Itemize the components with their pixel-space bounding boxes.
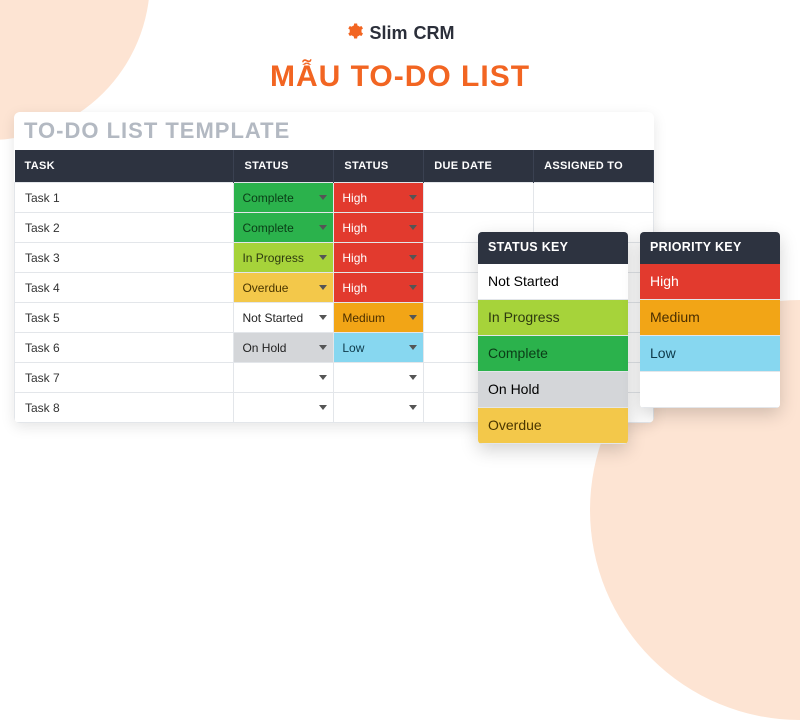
- chevron-down-icon: [409, 405, 417, 410]
- status-cell[interactable]: [234, 363, 334, 393]
- status-dropdown[interactable]: Overdue: [234, 273, 333, 302]
- priority-dropdown[interactable]: High: [334, 273, 423, 302]
- priority-cell[interactable]: Low: [334, 333, 424, 363]
- priority-key-item: [640, 372, 780, 408]
- status-value: Not Started: [242, 311, 303, 325]
- brand-logo: Slim CRM: [345, 22, 454, 45]
- chevron-down-icon: [409, 195, 417, 200]
- priority-cell[interactable]: High: [334, 213, 424, 243]
- task-cell[interactable]: Task 8: [15, 393, 234, 423]
- priority-cell[interactable]: High: [334, 183, 424, 213]
- task-cell[interactable]: Task 7: [15, 363, 234, 393]
- priority-value: High: [342, 281, 367, 295]
- status-value: In Progress: [242, 251, 303, 265]
- status-value: Complete: [242, 221, 293, 235]
- status-key-item: On Hold: [478, 372, 628, 408]
- status-dropdown[interactable]: Complete: [234, 183, 333, 212]
- status-dropdown[interactable]: [234, 393, 333, 422]
- priority-dropdown[interactable]: High: [334, 243, 423, 272]
- priority-value: Medium: [342, 311, 385, 325]
- status-key-title: STATUS KEY: [478, 232, 628, 264]
- status-cell[interactable]: On Hold: [234, 333, 334, 363]
- status-value: Complete: [242, 191, 293, 205]
- task-cell[interactable]: Task 2: [15, 213, 234, 243]
- status-cell[interactable]: Complete: [234, 183, 334, 213]
- priority-key-card: PRIORITY KEY HighMediumLow: [640, 232, 780, 408]
- status-key-item: Complete: [478, 336, 628, 372]
- status-dropdown[interactable]: Complete: [234, 213, 333, 242]
- status-key-item: Not Started: [478, 264, 628, 300]
- priority-value: High: [342, 221, 367, 235]
- status-cell[interactable]: [234, 393, 334, 423]
- chevron-down-icon: [319, 255, 327, 260]
- table-row: Task 1 Complete High: [15, 183, 654, 213]
- status-dropdown[interactable]: Not Started: [234, 303, 333, 332]
- priority-cell[interactable]: High: [334, 243, 424, 273]
- task-cell[interactable]: Task 3: [15, 243, 234, 273]
- status-dropdown[interactable]: In Progress: [234, 243, 333, 272]
- status-key-card: STATUS KEY Not StartedIn ProgressComplet…: [478, 232, 628, 444]
- priority-cell[interactable]: [334, 393, 424, 423]
- status-dropdown[interactable]: On Hold: [234, 333, 333, 362]
- priority-dropdown[interactable]: Low: [334, 333, 423, 362]
- priority-key-item: Medium: [640, 300, 780, 336]
- brand-name: Slim: [369, 23, 407, 44]
- priority-key-item: High: [640, 264, 780, 300]
- col-header-task: TASK: [15, 150, 234, 183]
- col-header-assigned: ASSIGNED TO: [534, 150, 654, 183]
- priority-cell[interactable]: Medium: [334, 303, 424, 333]
- status-cell[interactable]: Complete: [234, 213, 334, 243]
- sheet-title: TO-DO LIST TEMPLATE: [14, 112, 654, 150]
- chevron-down-icon: [319, 345, 327, 350]
- task-cell[interactable]: Task 5: [15, 303, 234, 333]
- chevron-down-icon: [319, 405, 327, 410]
- priority-dropdown[interactable]: [334, 393, 423, 422]
- gear-icon: [345, 22, 363, 45]
- chevron-down-icon: [319, 285, 327, 290]
- priority-dropdown[interactable]: [334, 363, 423, 392]
- priority-dropdown[interactable]: High: [334, 213, 423, 242]
- chevron-down-icon: [409, 255, 417, 260]
- status-key-item: In Progress: [478, 300, 628, 336]
- priority-cell[interactable]: High: [334, 273, 424, 303]
- priority-key-title: PRIORITY KEY: [640, 232, 780, 264]
- status-key-item: Overdue: [478, 408, 628, 444]
- status-dropdown[interactable]: [234, 363, 333, 392]
- status-cell[interactable]: Not Started: [234, 303, 334, 333]
- task-cell[interactable]: Task 1: [15, 183, 234, 213]
- status-cell[interactable]: In Progress: [234, 243, 334, 273]
- chevron-down-icon: [409, 315, 417, 320]
- chevron-down-icon: [409, 375, 417, 380]
- chevron-down-icon: [319, 225, 327, 230]
- status-value: On Hold: [242, 341, 286, 355]
- task-cell[interactable]: Task 4: [15, 273, 234, 303]
- col-header-priority: STATUS: [334, 150, 424, 183]
- priority-value: High: [342, 251, 367, 265]
- priority-cell[interactable]: [334, 363, 424, 393]
- chevron-down-icon: [319, 315, 327, 320]
- brand-suffix: CRM: [414, 23, 455, 44]
- chevron-down-icon: [319, 375, 327, 380]
- priority-dropdown[interactable]: High: [334, 183, 423, 212]
- status-cell[interactable]: Overdue: [234, 273, 334, 303]
- due-cell[interactable]: [424, 183, 534, 213]
- page-title: MẪU TO-DO LIST: [270, 60, 530, 94]
- priority-value: Low: [342, 341, 364, 355]
- chevron-down-icon: [319, 195, 327, 200]
- priority-key-item: Low: [640, 336, 780, 372]
- col-header-due: DUE DATE: [424, 150, 534, 183]
- status-value: Overdue: [242, 281, 288, 295]
- chevron-down-icon: [409, 225, 417, 230]
- col-header-status: STATUS: [234, 150, 334, 183]
- table-header-row: TASK STATUS STATUS DUE DATE ASSIGNED TO: [15, 150, 654, 183]
- chevron-down-icon: [409, 345, 417, 350]
- chevron-down-icon: [409, 285, 417, 290]
- task-cell[interactable]: Task 6: [15, 333, 234, 363]
- priority-value: High: [342, 191, 367, 205]
- priority-dropdown[interactable]: Medium: [334, 303, 423, 332]
- assigned-cell[interactable]: [534, 183, 654, 213]
